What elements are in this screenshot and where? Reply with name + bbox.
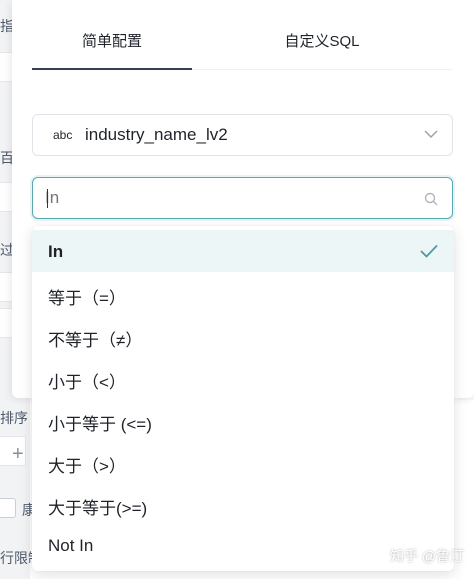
operator-label: In: [48, 242, 64, 261]
operator-option-equal[interactable]: 等于（=）: [32, 272, 454, 314]
add-icon[interactable]: +: [12, 443, 24, 466]
operator-dropdown: In 等于（=） 不等于（≠） 小于（<） 小于等于 (<=) 大于（>） 大于…: [32, 226, 454, 571]
config-tabs: 简单配置 自定义SQL: [32, 0, 452, 70]
bg-text-fragment: 行限制: [0, 550, 34, 566]
watermark: 知乎 @鲁汀: [390, 548, 465, 564]
operator-label: 小于等于 (<=): [48, 415, 152, 434]
bg-checkbox[interactable]: [0, 498, 16, 518]
operator-option-greater-than[interactable]: 大于（>）: [32, 440, 454, 482]
operator-label: 不等于（≠）: [48, 331, 143, 350]
operator-label: 小于（<）: [48, 373, 126, 392]
chevron-down-icon[interactable]: [424, 129, 438, 139]
search-icon: [424, 192, 438, 206]
operator-search[interactable]: [32, 177, 453, 219]
operator-label: 大于（>）: [48, 457, 126, 476]
operator-option-not-equal[interactable]: 不等于（≠）: [32, 314, 454, 356]
operator-label: Not In: [48, 536, 94, 555]
field-name: industry_name_lv2: [85, 125, 228, 144]
operator-option-less-equal[interactable]: 小于等于 (<=): [32, 398, 454, 440]
string-type-icon: abc: [53, 128, 73, 142]
active-tab-indicator: [32, 68, 192, 70]
operator-option-greater-equal[interactable]: 大于等于(>=): [32, 482, 454, 524]
text-cursor: [47, 189, 48, 208]
operator-option-less-than[interactable]: 小于（<）: [32, 356, 454, 398]
operator-search-input[interactable]: [45, 187, 405, 209]
field-select[interactable]: abc industry_name_lv2: [32, 114, 453, 156]
operator-label: 大于等于(>=): [48, 499, 148, 518]
bg-text-fragment: 排序: [0, 410, 28, 426]
operator-label: 等于（=）: [48, 289, 126, 308]
operator-option-in[interactable]: In: [32, 230, 454, 272]
tab-simple-config[interactable]: 简单配置: [32, 0, 192, 70]
check-icon: [420, 244, 438, 258]
tab-custom-sql[interactable]: 自定义SQL: [242, 0, 402, 70]
